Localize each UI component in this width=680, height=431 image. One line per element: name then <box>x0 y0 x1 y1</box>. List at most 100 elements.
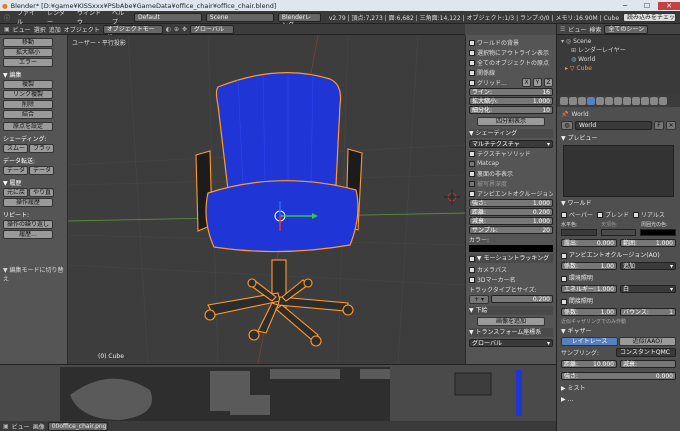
menu-image[interactable]: 画像 <box>33 422 45 431</box>
checkbox-icon[interactable] <box>469 266 475 273</box>
repeat-history-button[interactable]: 履歴... <box>3 230 53 239</box>
physics-tab-icon[interactable] <box>659 97 667 105</box>
checkbox-icon[interactable] <box>469 255 475 262</box>
checkbox-icon[interactable] <box>632 211 639 218</box>
transform-orientation-selector[interactable]: グローバル <box>190 24 235 34</box>
ao-color-swatch[interactable] <box>469 245 553 252</box>
smooth-button[interactable]: スムー <box>3 144 28 153</box>
scene-tab-icon[interactable] <box>578 97 586 105</box>
ao-distance-field[interactable]: 距離: 0.200 <box>469 208 553 216</box>
menu-select[interactable]: 選択 <box>34 25 46 34</box>
set-origin-button[interactable]: 原点を設定 <box>3 122 53 131</box>
zenith-color-swatch[interactable] <box>600 229 637 236</box>
minimize-button[interactable]: ─ <box>614 2 636 10</box>
checkbox-icon[interactable] <box>469 59 475 66</box>
toggle-quad-view-button[interactable]: 四分割表示 <box>477 117 545 126</box>
world-name-field[interactable]: World <box>575 121 652 130</box>
range-field[interactable]: 範囲: 1.000 <box>620 239 676 247</box>
grid-lines-field[interactable]: ライン: 16 <box>469 88 553 96</box>
depth-of-field-option[interactable]: 被写界深度 <box>469 179 553 188</box>
world-panel-header[interactable]: ▼ ワールド <box>557 199 680 208</box>
gather-samples-field[interactable]: 減衰: <box>620 360 676 368</box>
backface-culling-option[interactable]: 裏面の非表示 <box>469 169 553 178</box>
delete-button[interactable]: 削除 <box>3 100 53 109</box>
ambient-occlusion-option[interactable]: アンビエントオクルージョン <box>469 189 553 198</box>
checkbox-icon[interactable] <box>469 160 475 167</box>
ambient-color-swatch[interactable] <box>640 229 677 236</box>
manipulator-icon[interactable]: ✥ <box>182 26 187 33</box>
data-button-2[interactable]: データ <box>29 166 54 175</box>
textured-solid-option[interactable]: テクスチャソリッド <box>469 149 553 158</box>
preview-header[interactable]: ▼ プレビュー <box>557 134 680 143</box>
menu-object[interactable]: オブジェクト <box>64 25 100 34</box>
outliner-item-world[interactable]: ◍ World <box>561 55 676 64</box>
sampling-method-selector[interactable]: コンスタントQMC <box>616 348 676 357</box>
scene-selector[interactable]: Scene <box>205 12 274 22</box>
approximate-tab[interactable]: 近似(AAO) <box>619 337 676 346</box>
outliner-editor-icon[interactable]: ☰ <box>560 26 565 33</box>
outline-selected-option[interactable]: 選択物にアウトライン表示 <box>469 48 553 57</box>
constraints-tab-icon[interactable] <box>605 97 613 105</box>
unlink-button[interactable]: ✕ <box>666 121 676 130</box>
env-energy-field[interactable]: エネルギー: 1.000 <box>561 285 617 293</box>
duplicate-button[interactable]: 複製 <box>3 80 53 89</box>
flat-button[interactable]: フラット <box>29 144 54 153</box>
blend-sky-option[interactable]: ブレンド <box>596 210 629 219</box>
checkbox-icon[interactable] <box>469 49 475 56</box>
world-datablock-icon[interactable]: ◍ <box>561 121 573 130</box>
ao-blend-mode-selector[interactable]: 追加 ▾ <box>620 262 676 270</box>
checkbox-icon[interactable] <box>561 211 567 218</box>
background-images-header[interactable]: ▼ 下絵 <box>469 306 553 315</box>
mist-panel-header[interactable]: ▶ ミスト <box>557 384 680 393</box>
pivot-icon[interactable]: ⊕ <box>174 26 179 33</box>
repeat-last-button[interactable]: 操作の繰り返し <box>3 220 53 229</box>
material-mode-selector[interactable]: マルチテクスチャ ▾ <box>469 140 553 148</box>
particles-tab-icon[interactable] <box>650 97 658 105</box>
toggle-editmode-panel[interactable]: ▼ 編集モードに切り替え <box>3 265 64 283</box>
material-tab-icon[interactable] <box>632 97 640 105</box>
grid-scale-field[interactable]: 拡大縮小: 1.000 <box>469 97 553 105</box>
ao-samples-field[interactable]: サンプル: 20 <box>469 226 553 234</box>
maximize-button[interactable]: ☐ <box>636 2 658 10</box>
relationship-lines-option[interactable]: 関係線 <box>469 68 553 77</box>
image-editor-icon[interactable]: ▣ <box>3 423 9 430</box>
render-tab-icon[interactable] <box>560 97 568 105</box>
gather-panel-header[interactable]: ▼ ギャザー <box>557 327 680 336</box>
scale-button[interactable]: 拡大縮小 <box>3 48 53 57</box>
outliner-item-scene[interactable]: ▾ ◎ Scene <box>561 37 676 46</box>
menu-add[interactable]: 追加 <box>49 25 61 34</box>
menu-view-bottom[interactable]: ビュー <box>12 422 30 431</box>
3d-viewport[interactable]: ユーザー・平行投影 (0) Cube <box>68 35 465 364</box>
error-button[interactable]: エラー <box>3 58 53 67</box>
outliner-item-renderlayers[interactable]: ⊞ レンダーレイヤー <box>561 46 676 55</box>
outliner-view-menu[interactable]: ビュー <box>568 25 586 34</box>
camera-path-option[interactable]: カメラパス <box>469 265 553 274</box>
modifiers-tab-icon[interactable] <box>614 97 622 105</box>
indirect-bounces-field[interactable]: バウンス: 1 <box>620 308 676 316</box>
motion-tracking-header[interactable]: ▼ モーショントラッキング <box>469 254 553 263</box>
matcap-option[interactable]: Matcap <box>469 159 553 168</box>
grid-subdivisions-field[interactable]: 細分化: 10 <box>469 106 553 114</box>
horizon-color-swatch[interactable] <box>561 229 597 236</box>
indirect-lighting-header[interactable]: 間接照明 <box>557 297 680 306</box>
checkbox-icon[interactable] <box>561 275 567 282</box>
ao-strength-field[interactable]: 強さ: 1.000 <box>469 199 553 207</box>
menu-view[interactable]: ビュー <box>13 25 31 34</box>
checkbox-icon[interactable] <box>469 190 475 197</box>
close-button[interactable]: ✕ <box>658 1 680 10</box>
real-sky-option[interactable]: リアルス <box>632 210 665 219</box>
image-editor[interactable] <box>0 364 556 422</box>
shading-icon[interactable]: ◐ <box>166 26 171 33</box>
texture-tab-icon[interactable] <box>641 97 649 105</box>
object-tab-icon[interactable] <box>596 97 604 105</box>
ao-attenuation-field[interactable]: 減衰: 1.000 <box>469 217 553 225</box>
track-size-field[interactable]: 0.200 <box>491 295 553 303</box>
gather-distance-field[interactable]: 距離: 10.000 <box>561 360 617 368</box>
all-origins-option[interactable]: 全てのオブジェクトの原点 <box>469 58 553 67</box>
mode-selector[interactable]: オブジェクトモード <box>102 24 163 41</box>
environment-lighting-header[interactable]: 環境照明 <box>557 274 680 283</box>
axis-x-toggle[interactable]: X <box>522 78 531 87</box>
gather-strength-field[interactable]: 強さ: 0.000 <box>561 372 676 380</box>
undo-button[interactable]: 元に戻 <box>3 188 28 197</box>
checkbox-icon[interactable] <box>469 150 475 157</box>
